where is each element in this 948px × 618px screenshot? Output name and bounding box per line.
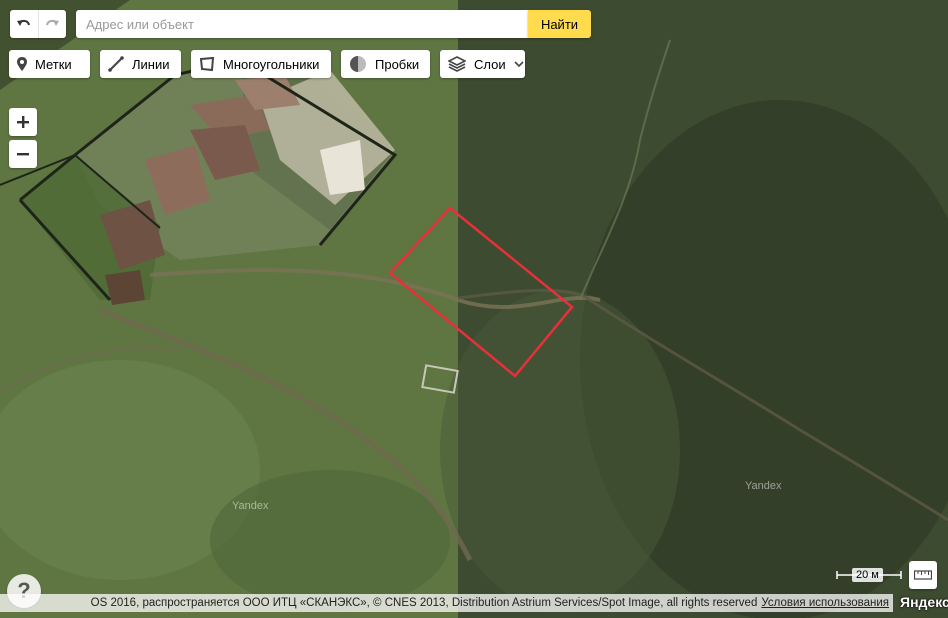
- chevron-down-icon: [514, 60, 524, 67]
- zoom-out-button[interactable]: [9, 140, 37, 168]
- placemarks-button[interactable]: Метки: [9, 50, 90, 78]
- plus-icon: [17, 116, 29, 128]
- copyright-text: OS 2016, распространяется ООО ИТЦ «СКАНЭ…: [90, 597, 758, 609]
- polygons-label: Многоугольники: [223, 56, 320, 72]
- search-input[interactable]: [76, 10, 528, 38]
- scale-label: 20 м: [852, 568, 883, 582]
- traffic-button[interactable]: Пробки: [341, 50, 430, 78]
- ruler-button[interactable]: [909, 561, 937, 589]
- layers-label: Слои: [474, 56, 506, 72]
- map-watermark-right: Yandex: [745, 480, 782, 492]
- redo-button[interactable]: [37, 10, 67, 38]
- line-icon: [108, 56, 124, 72]
- placemark-icon: [17, 57, 27, 71]
- terms-link[interactable]: Условия использования: [761, 597, 889, 609]
- placemarks-label: Метки: [35, 56, 72, 72]
- polygon-icon: [199, 56, 215, 72]
- traffic-icon: [350, 56, 366, 72]
- history-controls: [10, 10, 66, 38]
- layers-button[interactable]: Слои: [440, 50, 525, 78]
- search-box: [76, 10, 528, 38]
- undo-icon: [16, 19, 30, 26]
- find-button[interactable]: Найти: [528, 10, 591, 38]
- redo-icon: [46, 19, 60, 26]
- map-watermark-left: Yandex: [232, 500, 269, 512]
- lines-label: Линии: [132, 56, 170, 72]
- copyright-bar: OS 2016, распространяется ООО ИТЦ «СКАНЭ…: [0, 594, 893, 612]
- yandex-logo[interactable]: Яндекс: [900, 594, 948, 610]
- lines-button[interactable]: Линии: [100, 50, 181, 78]
- minus-icon: [17, 153, 29, 156]
- satellite-map[interactable]: Yandex Yandex: [0, 0, 948, 618]
- ruler-icon: [914, 570, 932, 580]
- traffic-label: Пробки: [375, 56, 420, 72]
- layers-icon: [448, 56, 466, 72]
- undo-button[interactable]: [10, 10, 38, 38]
- zoom-in-button[interactable]: [9, 108, 37, 136]
- polygons-button[interactable]: Многоугольники: [191, 50, 331, 78]
